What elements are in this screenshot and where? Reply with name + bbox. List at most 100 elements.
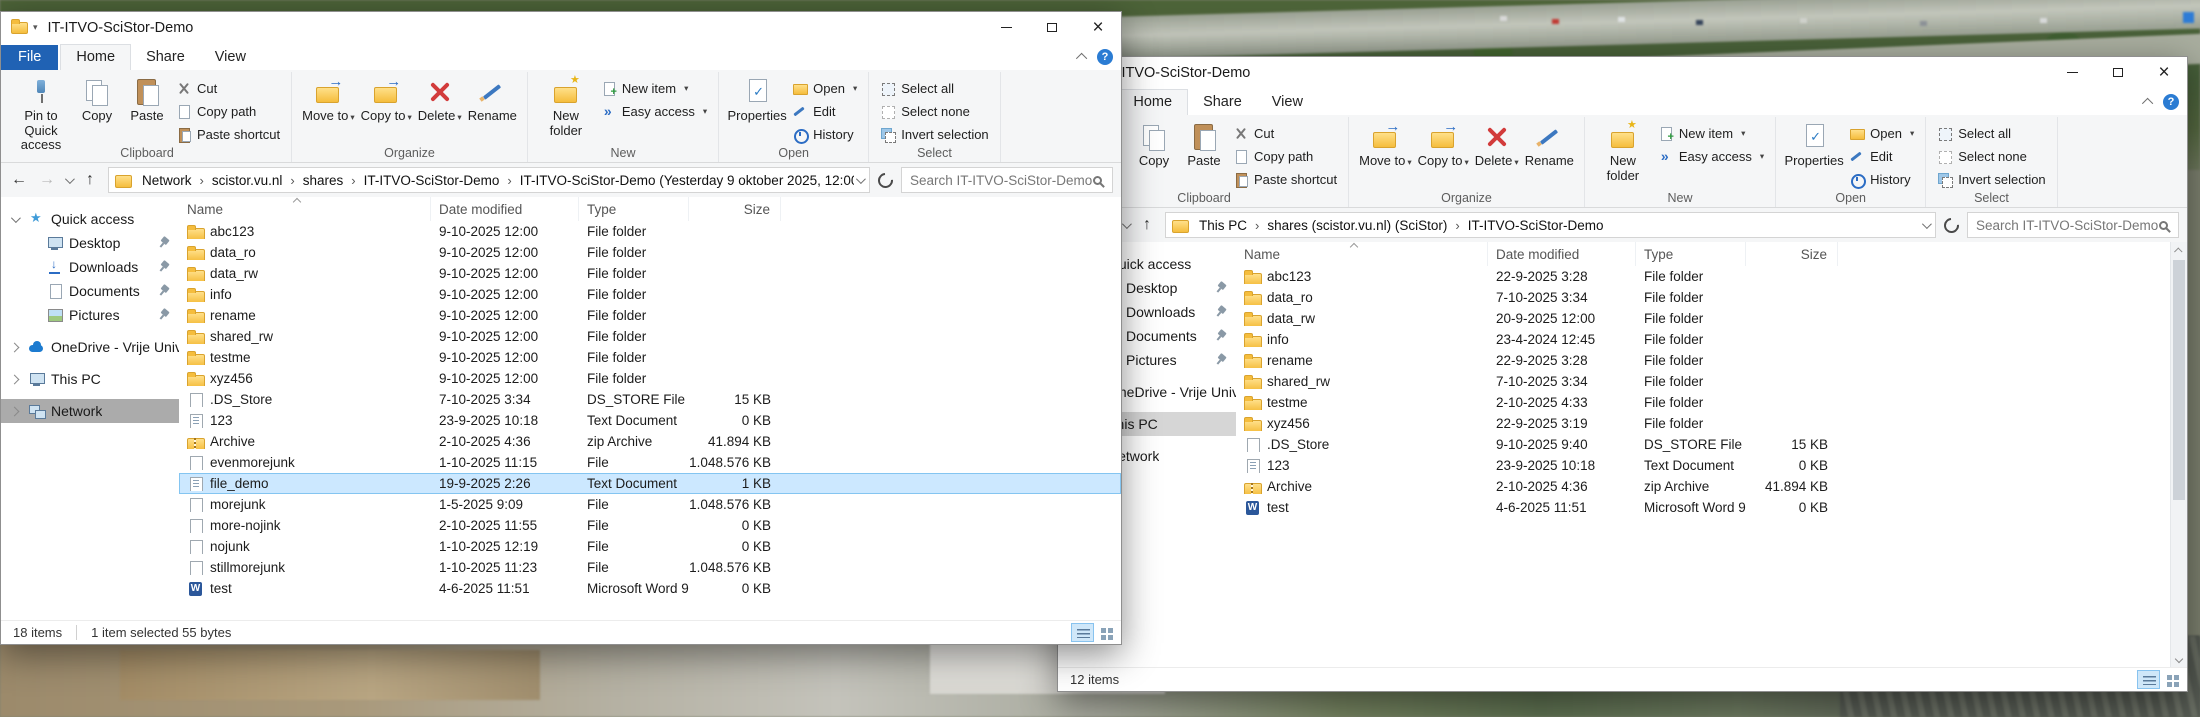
breadcrumb-segment[interactable]: IT-ITVO-SciStor-Demo: [360, 173, 516, 188]
file-row[interactable]: nojunk 1-10-2025 12:19 File 0 KB: [179, 536, 1121, 557]
expander-icon[interactable]: [11, 213, 21, 223]
sidebar-item[interactable]: OneDrive - Vrije Univ: [1, 335, 179, 359]
file-row[interactable]: xyz456 9-10-2025 12:00 File folder: [179, 368, 1121, 389]
expander-icon[interactable]: [11, 288, 18, 295]
edit-button[interactable]: Edit: [1845, 146, 1918, 167]
file-row[interactable]: abc123 22-9-2025 3:28 File folder: [1236, 266, 2187, 287]
search-box[interactable]: Search IT-ITVO-SciStor-Demo: [1967, 212, 2179, 238]
breadcrumb-segment[interactable]: IT-ITVO-SciStor-Demo: [1464, 218, 1608, 233]
tab-file[interactable]: File: [1, 45, 58, 70]
new-folder-button[interactable]: New folder: [1592, 120, 1654, 185]
edit-button[interactable]: Edit: [788, 101, 861, 122]
maximize-button[interactable]: [1029, 12, 1075, 43]
file-row[interactable]: data_ro 9-10-2025 12:00 File folder: [179, 242, 1121, 263]
select-all-button[interactable]: Select all: [876, 78, 992, 99]
invert-selection-button[interactable]: Invert selection: [1933, 169, 2049, 190]
copy-to-button[interactable]: Copy to▾: [1415, 120, 1472, 171]
expander-icon[interactable]: [11, 240, 18, 247]
file-row[interactable]: data_rw 20-9-2025 12:00 File folder: [1236, 308, 2187, 329]
sidebar-item[interactable]: Documents: [1, 279, 179, 303]
address-bar[interactable]: This PCshares (scistor.vu.nl) (SciStor)I…: [1165, 212, 1936, 238]
file-row[interactable]: Archive 2-10-2025 4:36 zip Archive 41.89…: [179, 431, 1121, 452]
details-view-button[interactable]: [1071, 623, 1094, 642]
recent-locations-chevron-icon[interactable]: [65, 174, 75, 184]
breadcrumb-segment[interactable]: IT-ITVO-SciStor-Demo (Yesterday 9 oktobe…: [516, 173, 854, 188]
file-row[interactable]: 123 23-9-2025 10:18 Text Document 0 KB: [179, 410, 1121, 431]
breadcrumb-segment[interactable]: scistor.vu.nl: [208, 173, 299, 188]
vertical-scrollbar[interactable]: [2170, 242, 2187, 667]
copy-button[interactable]: Copy: [72, 75, 122, 126]
move-to-button[interactable]: Move to▾: [299, 75, 358, 126]
column-header-name[interactable]: Name: [1236, 242, 1488, 266]
file-row[interactable]: file_demo 19-9-2025 2:26 Text Document 1…: [179, 473, 1121, 494]
address-dropdown-icon[interactable]: [1922, 219, 1932, 229]
scroll-up-icon[interactable]: [2171, 242, 2187, 259]
file-row[interactable]: test 4-6-2025 11:51 Microsoft Word 9... …: [1236, 497, 2187, 518]
forward-button[interactable]: →: [37, 171, 57, 189]
file-row[interactable]: abc123 9-10-2025 12:00 File folder: [179, 221, 1121, 242]
rename-button[interactable]: Rename: [465, 75, 520, 126]
expander-icon[interactable]: [10, 375, 20, 385]
copy-button[interactable]: Copy: [1129, 120, 1179, 171]
recent-locations-chevron-icon[interactable]: [1122, 219, 1132, 229]
open-button[interactable]: Open▾: [788, 78, 861, 99]
breadcrumb-segment[interactable]: shares (scistor.vu.nl) (SciStor): [1263, 218, 1463, 233]
history-button[interactable]: History: [788, 124, 861, 145]
column-header-type[interactable]: Type: [1636, 242, 1746, 266]
breadcrumb-segment[interactable]: shares: [299, 173, 360, 188]
quick-access-toolbar-chevron-icon[interactable]: ▾: [33, 22, 38, 33]
expander-icon[interactable]: [10, 343, 20, 353]
search-box[interactable]: Search IT-ITVO-SciStor-Demo: [901, 167, 1113, 193]
large-icons-view-button[interactable]: [2161, 670, 2184, 689]
file-row[interactable]: testme 9-10-2025 12:00 File folder: [179, 347, 1121, 368]
file-row[interactable]: info 23-4-2024 12:45 File folder: [1236, 329, 2187, 350]
copy-path-button[interactable]: Copy path: [172, 101, 284, 122]
tab-share[interactable]: Share: [131, 45, 200, 70]
file-row[interactable]: morejunk 1-5-2025 9:09 File 1.048.576 KB: [179, 494, 1121, 515]
easy-access-button[interactable]: Easy access▾: [597, 101, 711, 122]
close-button[interactable]: ×: [2141, 57, 2187, 88]
properties-button[interactable]: Properties: [726, 75, 788, 126]
cut-button[interactable]: Cut: [172, 78, 284, 99]
tab-view[interactable]: View: [200, 45, 261, 70]
breadcrumb-segment[interactable]: This PC: [1195, 218, 1263, 233]
pin-to-quick-access-button[interactable]: Pin to Quick access: [10, 75, 72, 155]
select-all-button[interactable]: Select all: [1933, 123, 2049, 144]
up-button[interactable]: ↑: [80, 171, 100, 189]
tab-share[interactable]: Share: [1188, 90, 1257, 115]
file-row[interactable]: xyz456 22-9-2025 3:19 File folder: [1236, 413, 2187, 434]
rename-button[interactable]: Rename: [1522, 120, 1577, 171]
column-header-size[interactable]: Size: [689, 197, 781, 221]
minimize-button[interactable]: [983, 12, 1029, 43]
title-bar[interactable]: ▾ IT-ITVO-SciStor-Demo ×: [1058, 57, 2187, 88]
scroll-down-icon[interactable]: [2171, 650, 2187, 667]
sidebar-item[interactable]: Downloads: [1, 255, 179, 279]
help-icon[interactable]: ?: [1097, 49, 1113, 65]
scrollbar-thumb[interactable]: [2173, 260, 2185, 500]
delete-button[interactable]: Delete▾: [415, 75, 465, 126]
file-row[interactable]: test 4-6-2025 11:51 Microsoft Word 9... …: [179, 578, 1121, 599]
file-row[interactable]: 123 23-9-2025 10:18 Text Document 0 KB: [1236, 455, 2187, 476]
delete-button[interactable]: Delete▾: [1472, 120, 1522, 171]
close-button[interactable]: ×: [1075, 12, 1121, 43]
column-header-date-modified[interactable]: Date modified: [431, 197, 579, 221]
copy-path-button[interactable]: Copy path: [1229, 146, 1341, 167]
file-row[interactable]: rename 22-9-2025 3:28 File folder: [1236, 350, 2187, 371]
ribbon-collapse-icon[interactable]: [2142, 98, 2153, 109]
move-to-button[interactable]: Move to▾: [1356, 120, 1415, 171]
refresh-icon[interactable]: [1941, 214, 1962, 235]
address-bar[interactable]: Networkscistor.vu.nlsharesIT-ITVO-SciSto…: [108, 167, 870, 193]
minimize-button[interactable]: [2049, 57, 2095, 88]
column-header-type[interactable]: Type: [579, 197, 689, 221]
new-folder-button[interactable]: New folder: [535, 75, 597, 140]
new-item-button[interactable]: New item▾: [597, 78, 711, 99]
properties-button[interactable]: Properties: [1783, 120, 1845, 171]
tab-view[interactable]: View: [1257, 90, 1318, 115]
file-row[interactable]: rename 9-10-2025 12:00 File folder: [179, 305, 1121, 326]
expander-icon[interactable]: [11, 312, 18, 319]
up-button[interactable]: ↑: [1137, 216, 1157, 234]
paste-shortcut-button[interactable]: Paste shortcut: [172, 124, 284, 145]
help-icon[interactable]: ?: [2163, 94, 2179, 110]
invert-selection-button[interactable]: Invert selection: [876, 124, 992, 145]
paste-shortcut-button[interactable]: Paste shortcut: [1229, 169, 1341, 190]
